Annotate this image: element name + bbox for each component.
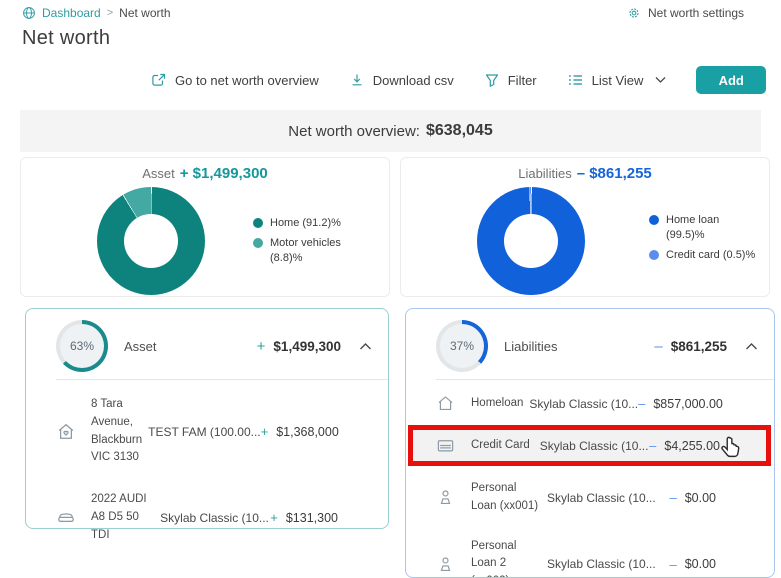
filter-label: Filter [507,72,537,88]
liability-name: Personal Loan 2 (xx002) [471,539,517,577]
liability-detail: Skylab Classic (10... [539,438,649,453]
overview-banner-label: Net worth overview: [288,122,420,140]
asset-donut-chart[interactable] [97,187,205,295]
legend-item-home: Home (91.2)% [253,216,341,231]
person-icon [436,488,458,507]
home-heart-icon [56,422,78,442]
list-view-icon [567,72,584,88]
liabilities-chart-panel: Liabilities – $861,255 Home loan (99.5)% C… [400,157,770,297]
net-worth-overview-banner: Net worth overview: $638,045 [20,110,761,152]
liabilities-chart-total: – $861,255 [576,165,652,182]
donut-hole [504,214,558,268]
asset-chart-total: + $1,499,300 [179,165,268,182]
liability-detail: Skylab Classic (10... [547,557,656,572]
net-worth-settings-link[interactable]: Net worth settings [627,6,744,20]
liability-row-personal-loan-2[interactable]: Personal Loan 2 (xx002) Skylab Classic (… [406,526,774,577]
download-icon [349,72,365,88]
legend-item-home-loan: Home loan (99.5)% [649,213,755,243]
asset-card-header[interactable]: 63% Asset + $1,499,300 [26,309,388,373]
liabilities-card-title: Liabilities [504,338,558,354]
asset-value: + $1,368,000 [260,424,339,440]
donut-hole [124,214,178,268]
liabilities-donut-chart[interactable] [477,187,585,295]
asset-name: 2022 AUDI A8 D5 50 TDI [91,493,147,541]
liability-row-personal-loan-1[interactable]: Personal Loan (xx001) Skylab Classic (10… [406,468,774,526]
legend-item-motor-vehicles: Motor vehicles (8.8)% [253,236,341,266]
list-view-dropdown[interactable]: List View [567,72,667,88]
add-button[interactable]: Add [696,66,766,94]
breadcrumb-dashboard-link[interactable]: Dashboard [42,6,101,20]
asset-percent-circle: 63% [56,320,108,372]
chevron-down-icon [655,76,666,84]
list-view-label: List View [591,72,644,88]
liabilities-legend: Home loan (99.5)% Credit card (0.5)% [649,213,755,263]
liability-name: Personal Loan (xx001) [471,482,539,512]
asset-chart-title: Asset + $1,499,300 [142,165,268,182]
asset-card-title: Asset [124,338,157,354]
chevron-up-icon[interactable] [745,342,758,351]
share-icon [150,72,167,89]
asset-row-vehicle[interactable]: 2022 AUDI A8 D5 50 TDI Skylab Classic (1… [26,477,388,554]
asset-legend: Home (91.2)% Motor vehicles (8.8)% [253,216,341,266]
legend-item-credit-card: Credit card (0.5)% [649,248,755,263]
asset-card-total: + $1,499,300 [256,337,341,355]
legend-dot-home [253,218,263,228]
asset-value: + $131,300 [270,510,338,526]
legend-dot-home-loan [649,215,659,225]
net-worth-page: Dashboard > Net worth Net worth settings… [0,0,781,578]
go-to-overview-button[interactable]: Go to net worth overview [150,72,319,89]
overview-banner-value: $638,045 [425,122,493,139]
car-icon [56,508,78,528]
asset-row-property[interactable]: 8 Tara Avenue, Blackburn VIC 3130 TEST F… [26,380,388,477]
liabilities-percent-circle: 37% [436,320,488,372]
breadcrumb: Dashboard > Net worth [22,6,171,20]
toolbar: Go to net worth overview Download csv Fi… [150,64,766,96]
liabilities-card-header[interactable]: 37% Liabilities – $861,255 [406,309,774,373]
asset-detail: Skylab Classic (10... [160,510,269,525]
liability-value: – $857,000.00 [638,396,723,411]
chevron-up-icon[interactable] [359,342,372,351]
liability-row-credit-card[interactable]: Credit Card Skylab Classic (10... – $4,2… [408,425,771,466]
breadcrumb-separator: > [106,7,114,19]
legend-dot-credit-card [649,249,659,260]
asset-name: 8 Tara Avenue, Blackburn VIC 3130 [91,398,143,464]
globe-icon [22,6,36,20]
liability-value: – $0.00 [669,556,716,572]
download-csv-label: Download csv [372,72,454,88]
liabilities-card-total: – $861,255 [654,337,727,355]
liability-name: Homeloan [471,396,524,409]
filter-funnel-icon [484,72,500,88]
go-to-overview-label: Go to net worth overview [175,72,319,88]
legend-dot-motor-vehicles [253,237,263,248]
cursor-icon [718,435,744,468]
breadcrumb-current: Net worth [119,6,171,20]
filter-button[interactable]: Filter [484,72,537,88]
page-title: Net worth [22,27,111,49]
house-icon [436,394,458,413]
settings-label: Net worth settings [648,6,745,20]
asset-chart-panel: Asset + $1,499,300 Home (91.2)% Motor veh… [20,157,390,297]
liability-value: – $0.00 [669,490,716,506]
gear-icon [627,6,641,20]
liability-detail: Skylab Classic (10... [547,490,656,505]
liability-row-home-loan[interactable]: Homeloan Skylab Classic (10... – $857,00… [406,380,774,423]
liability-name: Credit Card [471,438,530,451]
liabilities-chart-title: Liabilities – $861,255 [518,165,652,182]
person-icon [436,555,458,574]
liabilities-card: 37% Liabilities – $861,255 Homeloan Skyl… [405,308,775,578]
credit-card-icon [436,436,458,455]
asset-card: 63% Asset + $1,499,300 8 Tara Avenue, Bl… [25,308,389,541]
asset-detail: TEST FAM (100.00... [148,424,261,439]
download-csv-button[interactable]: Download csv [349,72,454,88]
liability-detail: Skylab Classic (10... [529,396,639,411]
liability-value: – $4,255.00 [649,438,720,453]
